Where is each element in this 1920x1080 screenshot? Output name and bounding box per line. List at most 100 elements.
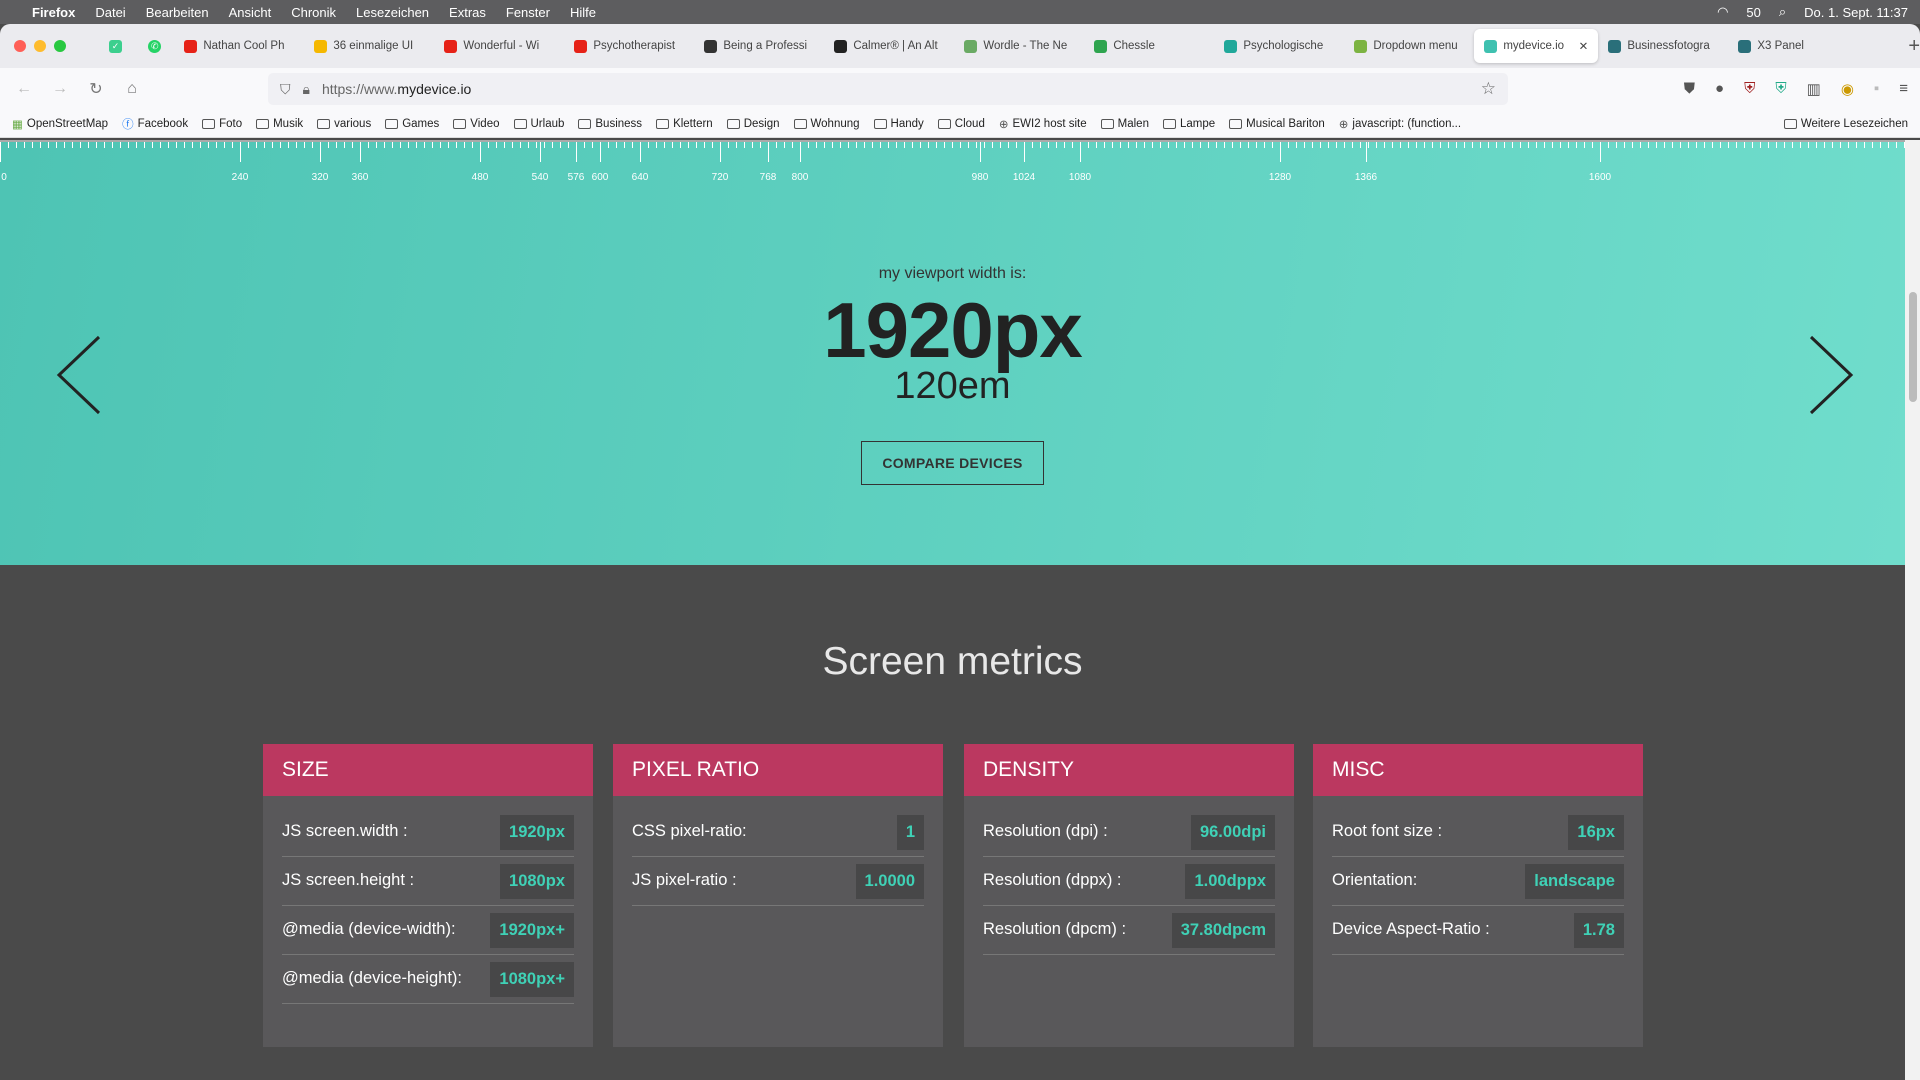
tab[interactable]: Being a Professi <box>694 29 824 63</box>
zoom-window-button[interactable] <box>54 40 66 52</box>
close-window-button[interactable] <box>14 40 26 52</box>
ruler-tick <box>376 142 377 148</box>
bookmark-item[interactable]: Musical Bariton <box>1229 118 1325 130</box>
compare-devices-button[interactable]: COMPARE DEVICES <box>861 441 1044 485</box>
extension-shield-icon[interactable]: ⛨ <box>1775 80 1786 98</box>
tab[interactable]: Dropdown menu <box>1344 29 1474 63</box>
menu-extras[interactable]: Extras <box>449 5 486 20</box>
bookmarks-toolbar: ▦ OpenStreetMap ⓕ Facebook Foto Musik various G… <box>0 110 1920 138</box>
metric-row: CSS pixel-ratio: 1 <box>632 808 924 857</box>
bookmark-label: Musical Bariton <box>1246 117 1325 130</box>
bookmark-item[interactable]: Urlaub <box>513 118 564 130</box>
bookmark-item[interactable]: ⊕ javascript: (function... <box>1339 117 1461 131</box>
url-bar[interactable]: ⛉ 🔒︎ https://www.mydevice.io ☆ <box>268 73 1508 105</box>
tab[interactable]: X3 Panel <box>1728 29 1858 63</box>
tab[interactable]: Psychologische <box>1214 29 1344 63</box>
tab-close-icon[interactable]: ✕ <box>1579 39 1589 53</box>
ruler-tick <box>472 142 473 148</box>
folder-icon <box>873 118 887 129</box>
bookmark-label: Handy <box>890 117 924 130</box>
ruler-tick <box>944 142 945 148</box>
metric-label: @media (device-width): <box>282 920 456 939</box>
bookmark-star-icon[interactable]: ☆ <box>1481 79 1496 99</box>
ruler-tick <box>264 142 265 148</box>
pinned-tab-whatsapp-business[interactable]: ✓ <box>96 29 135 63</box>
tab[interactable]: Businessfotogra <box>1598 29 1728 63</box>
bookmark-item[interactable]: Games <box>385 118 439 130</box>
bookmark-item[interactable]: Klettern <box>656 118 713 130</box>
menu-datei[interactable]: Datei <box>95 5 125 20</box>
pinned-tab-whatsapp[interactable]: ✆ <box>135 29 174 63</box>
bookmark-item[interactable]: various <box>317 118 371 130</box>
menu-hamburger-icon[interactable]: ≡ <box>1899 80 1908 98</box>
folder-icon <box>793 118 807 129</box>
tab[interactable]: mydevice.io ✕ <box>1474 29 1599 63</box>
tab[interactable]: Chessle <box>1084 29 1214 63</box>
tab[interactable]: Psychotherapist <box>564 29 694 63</box>
bookmark-item[interactable]: Handy <box>873 117 924 130</box>
menu-lesezeichen[interactable]: Lesezeichen <box>356 5 429 20</box>
bookmark-item[interactable]: Malen <box>1100 118 1149 130</box>
tab[interactable]: Calmer® | An Alt <box>824 29 954 63</box>
bookmark-item[interactable]: Video <box>453 118 500 130</box>
ruler-major-tick <box>640 142 641 162</box>
bookmark-item[interactable]: ▦ OpenStreetMap <box>12 117 108 131</box>
search-icon[interactable]: ⌕ <box>1779 4 1786 20</box>
minimize-window-button[interactable] <box>34 40 46 52</box>
menu-app[interactable]: Firefox <box>32 5 75 20</box>
tab[interactable]: Wordle - The Ne <box>954 29 1084 63</box>
menu-hilfe[interactable]: Hilfe <box>570 5 596 20</box>
menu-bearbeiten[interactable]: Bearbeiten <box>146 5 209 20</box>
clock[interactable]: Do. 1. Sept. 11:37 <box>1804 5 1908 20</box>
extension-grid-icon[interactable]: ▥ <box>1807 80 1821 98</box>
menu-chronik[interactable]: Chronik <box>291 5 336 20</box>
menu-fenster[interactable]: Fenster <box>506 5 550 20</box>
bookmark-item[interactable]: Cloud <box>937 118 985 130</box>
ruler-tick <box>1736 142 1737 148</box>
bookmark-item[interactable]: Business <box>578 118 642 130</box>
ruler-label: 1280 <box>1268 172 1292 183</box>
wifi-icon[interactable]: ◠ <box>1717 4 1728 20</box>
ruler-tick <box>1416 142 1417 148</box>
tab[interactable]: Wonderful - Wi <box>434 29 564 63</box>
shield-icon[interactable]: ⛉ <box>280 81 291 98</box>
extension-icon[interactable]: ▪ <box>1874 80 1879 98</box>
battery-indicator[interactable]: 50 <box>1746 5 1760 20</box>
ruler-tick <box>824 142 825 148</box>
bookmark-item[interactable]: ⊕ EWI2 host site <box>999 117 1087 131</box>
folder-icon <box>656 118 670 129</box>
ublock-icon[interactable]: ⛨ <box>1744 80 1755 98</box>
folder-icon <box>256 118 270 129</box>
page-scrollbar[interactable] <box>1905 140 1920 1080</box>
ruler-tick <box>1472 142 1473 148</box>
home-button[interactable]: ⌂ <box>114 80 150 98</box>
reload-button[interactable]: ↻ <box>78 79 114 99</box>
bookmark-item[interactable]: ⓕ Facebook <box>122 116 188 132</box>
ruler-tick <box>760 142 761 148</box>
tab[interactable]: Nathan Cool Ph <box>174 29 304 63</box>
tab[interactable]: 36 einmalige UI <box>304 29 434 63</box>
ruler-tick <box>1664 142 1665 148</box>
bookmark-more[interactable]: Weitere Lesezeichen <box>1783 118 1908 130</box>
bookmark-item[interactable]: Musik <box>256 118 303 130</box>
ruler-tick <box>904 142 905 148</box>
forward-button[interactable]: → <box>42 80 78 98</box>
bookmark-item[interactable]: Foto <box>202 118 242 130</box>
bookmark-item[interactable]: Wohnung <box>793 118 860 130</box>
ruler-tick <box>1376 142 1377 148</box>
pocket-icon[interactable]: ⛊ <box>1684 80 1695 98</box>
previous-arrow-icon[interactable] <box>55 335 105 415</box>
back-button[interactable]: ← <box>6 80 42 98</box>
menu-ansicht[interactable]: Ansicht <box>229 5 272 20</box>
new-tab-button[interactable]: + <box>1908 35 1920 58</box>
next-arrow-icon[interactable] <box>1805 335 1855 415</box>
lock-icon[interactable]: 🔒︎ <box>303 81 310 98</box>
ruler-tick <box>1848 142 1849 148</box>
scrollbar-thumb[interactable] <box>1909 292 1917 402</box>
bookmark-item[interactable]: Lampe <box>1162 118 1215 130</box>
bookmark-item[interactable]: Design <box>726 118 780 130</box>
extension-d-icon[interactable]: ● <box>1715 80 1724 98</box>
metric-label: Resolution (dpcm) : <box>983 920 1127 939</box>
ruler-tick <box>624 142 625 148</box>
extension-globe-icon[interactable]: ◉ <box>1841 80 1854 98</box>
